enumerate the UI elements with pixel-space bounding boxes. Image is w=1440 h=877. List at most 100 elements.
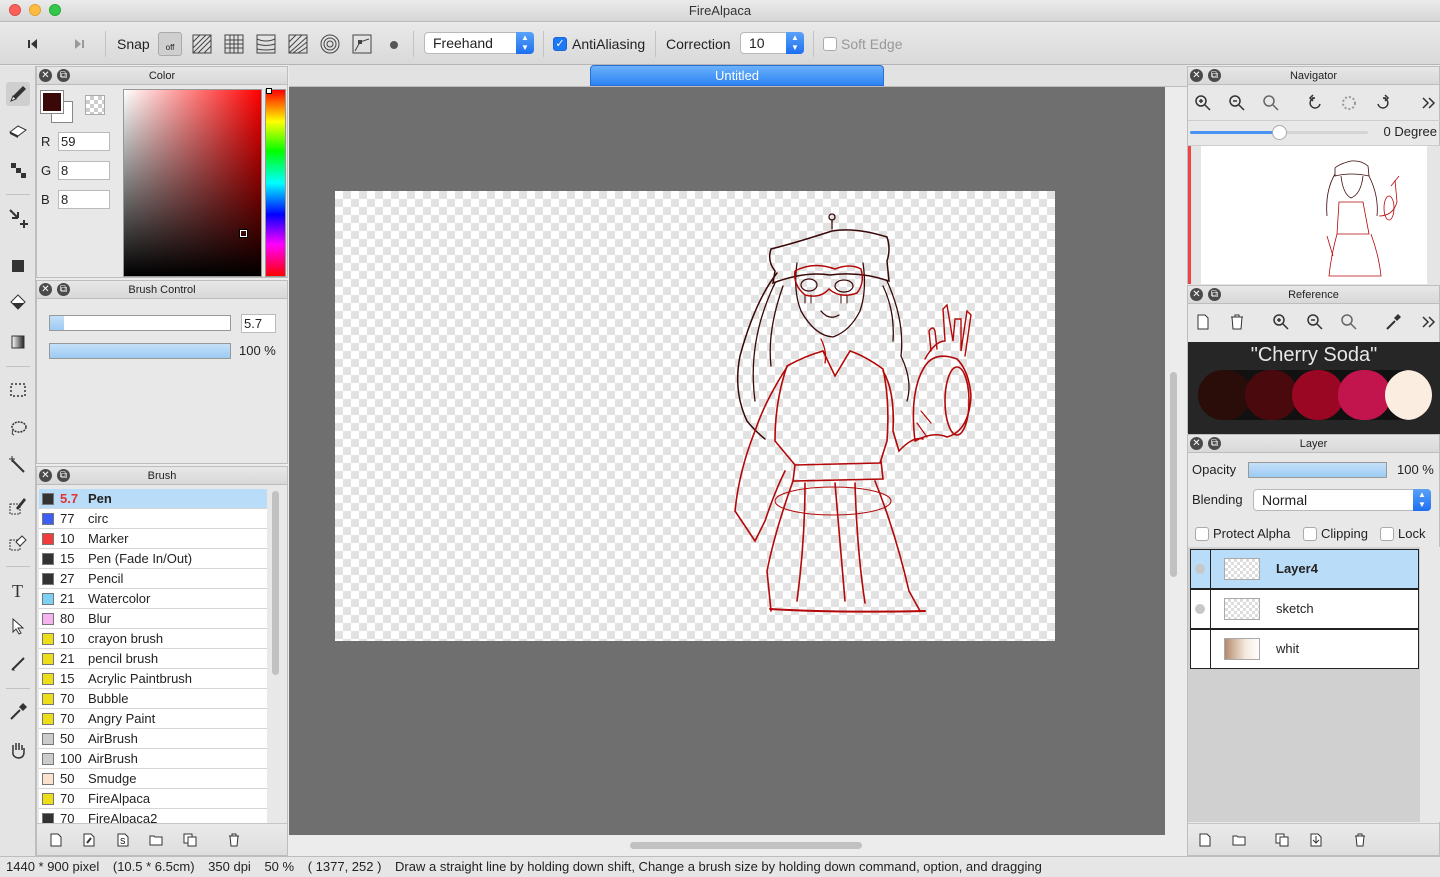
- delete-brush-icon[interactable]: [227, 833, 241, 847]
- select-eraser-tool[interactable]: [6, 530, 30, 554]
- correction-select[interactable]: 10 ▲ ▼: [740, 32, 804, 54]
- draw-mode-select[interactable]: Freehand ▲ ▼: [424, 32, 534, 54]
- zoom-window-button[interactable]: [49, 4, 61, 16]
- close-window-button[interactable]: [9, 4, 21, 16]
- reference-zoom-fit-icon[interactable]: [1340, 313, 1358, 331]
- delete-reference-icon[interactable]: [1228, 313, 1246, 331]
- brush-item[interactable]: 21 pencil brush: [39, 649, 267, 669]
- new-brush-icon[interactable]: [49, 833, 63, 847]
- detach-icon[interactable]: ⧉: [1208, 288, 1221, 301]
- rotate-right-icon[interactable]: [1374, 94, 1392, 112]
- fill-tool[interactable]: [6, 254, 30, 278]
- brush-item[interactable]: 5.7 Pen: [39, 489, 267, 509]
- new-layer-icon[interactable]: [1198, 833, 1212, 847]
- eraser-tool[interactable]: [6, 118, 30, 142]
- detach-icon[interactable]: ⧉: [1208, 437, 1221, 450]
- open-reference-icon[interactable]: [1194, 313, 1212, 331]
- magic-wand-tool[interactable]: [6, 454, 30, 478]
- brush-size-input[interactable]: 5.7: [241, 314, 276, 333]
- dot-tool[interactable]: [6, 158, 30, 182]
- reference-zoom-in-icon[interactable]: [1272, 313, 1290, 331]
- color-picker-handle[interactable]: [239, 229, 248, 238]
- gradient-tool[interactable]: [6, 330, 30, 354]
- brush-folder-icon[interactable]: [149, 833, 163, 847]
- close-icon[interactable]: ✕: [1190, 288, 1203, 301]
- reference-eyedropper-icon[interactable]: [1384, 313, 1402, 331]
- brush-item[interactable]: 10 crayon brush: [39, 629, 267, 649]
- snap-parallel-icon[interactable]: [191, 33, 213, 55]
- snap-curve-icon[interactable]: [351, 33, 373, 55]
- close-icon[interactable]: ✕: [39, 283, 52, 296]
- brush-item[interactable]: 15 Acrylic Paintbrush: [39, 669, 267, 689]
- antialiasing-checkbox[interactable]: ✓: [553, 37, 567, 51]
- canvas-viewport[interactable]: [289, 87, 1177, 849]
- brush-item[interactable]: 70 FireAlpaca: [39, 789, 267, 809]
- select-tool[interactable]: [6, 378, 30, 402]
- operation-tool[interactable]: [6, 614, 30, 638]
- undo-icon[interactable]: [22, 33, 44, 55]
- rotate-left-icon[interactable]: [1306, 94, 1324, 112]
- rotation-slider[interactable]: [1190, 125, 1368, 140]
- snap-concentric-icon[interactable]: [319, 33, 341, 55]
- redo-icon[interactable]: [68, 33, 90, 55]
- brush-item[interactable]: 80 Blur: [39, 609, 267, 629]
- snap-off-button[interactable]: off: [158, 32, 182, 56]
- brush-item[interactable]: 100 AirBrush: [39, 749, 267, 769]
- detach-icon[interactable]: ⧉: [57, 283, 70, 296]
- detach-icon[interactable]: ⧉: [1208, 69, 1221, 82]
- canvas-horizontal-scrollbar[interactable]: [630, 842, 862, 849]
- snap-settings-dot[interactable]: [390, 41, 398, 49]
- navigator-preview[interactable]: [1188, 145, 1440, 285]
- drawing-canvas[interactable]: [335, 191, 1055, 641]
- g-input[interactable]: 8: [58, 161, 110, 180]
- move-tool[interactable]: [6, 206, 30, 230]
- copy-brush-icon[interactable]: [183, 833, 197, 847]
- saturation-value-picker[interactable]: [123, 89, 262, 277]
- brush-item[interactable]: 77 circ: [39, 509, 267, 529]
- select-pen-tool[interactable]: [6, 494, 30, 518]
- brush-item[interactable]: 50 Smudge: [39, 769, 267, 789]
- brush-item[interactable]: 15 Pen (Fade In/Out): [39, 549, 267, 569]
- layer-row[interactable]: sketch: [1190, 589, 1419, 629]
- detach-icon[interactable]: ⧉: [57, 69, 70, 82]
- pen-tool[interactable]: [6, 82, 30, 106]
- rotation-slider-handle[interactable]: [1272, 125, 1287, 140]
- layer-row[interactable]: Layer4: [1190, 549, 1419, 589]
- expand-chevron-icon[interactable]: [1420, 313, 1438, 331]
- snap-perspective-icon[interactable]: [287, 33, 309, 55]
- document-tab[interactable]: Untitled: [590, 65, 884, 86]
- close-icon[interactable]: ✕: [39, 69, 52, 82]
- duplicate-layer-icon[interactable]: [1275, 833, 1289, 847]
- snap-cross-icon[interactable]: [255, 33, 277, 55]
- duplicate-brush-icon[interactable]: S: [116, 833, 130, 847]
- close-icon[interactable]: ✕: [39, 469, 52, 482]
- delete-layer-icon[interactable]: [1353, 833, 1367, 847]
- foreground-color-swatch[interactable]: [40, 90, 64, 114]
- lock-checkbox[interactable]: [1380, 527, 1394, 541]
- zoom-out-icon[interactable]: [1228, 94, 1246, 112]
- brush-item[interactable]: 70 Bubble: [39, 689, 267, 709]
- brush-item[interactable]: 27 Pencil: [39, 569, 267, 589]
- new-folder-icon[interactable]: [1232, 833, 1246, 847]
- snap-grid-icon[interactable]: [223, 33, 245, 55]
- edit-brush-icon[interactable]: [82, 833, 96, 847]
- reference-zoom-out-icon[interactable]: [1306, 313, 1324, 331]
- merge-layer-icon[interactable]: [1309, 833, 1323, 847]
- hue-slider[interactable]: [265, 88, 286, 277]
- text-tool[interactable]: T: [6, 578, 30, 602]
- brush-size-slider[interactable]: [49, 315, 231, 331]
- clipping-checkbox[interactable]: [1303, 527, 1317, 541]
- protect-alpha-checkbox[interactable]: [1195, 527, 1209, 541]
- transparent-color-swatch[interactable]: [85, 95, 105, 115]
- expand-chevron-icon[interactable]: [1420, 94, 1438, 112]
- reference-image[interactable]: "Cherry Soda": [1188, 342, 1440, 434]
- layer-visibility-icon[interactable]: [1195, 604, 1205, 614]
- eyedropper-tool[interactable]: [6, 700, 30, 724]
- hue-handle[interactable]: [266, 88, 272, 94]
- close-icon[interactable]: ✕: [1190, 69, 1203, 82]
- layer-row[interactable]: whit: [1190, 629, 1419, 669]
- layer-visibility-icon[interactable]: [1195, 564, 1205, 574]
- layer-opacity-slider[interactable]: [1248, 462, 1387, 478]
- hand-tool[interactable]: [6, 738, 30, 762]
- blending-select[interactable]: Normal ▲ ▼: [1253, 489, 1431, 511]
